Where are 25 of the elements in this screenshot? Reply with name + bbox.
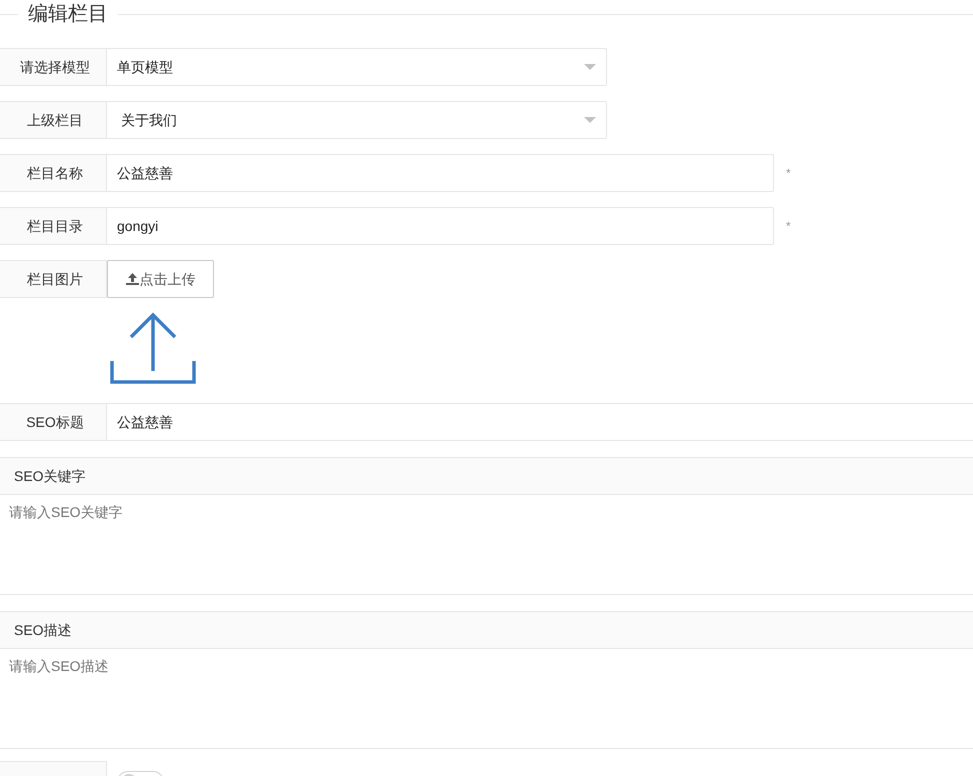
select-value: 关于我们 — [120, 110, 177, 130]
upload-icon — [126, 273, 138, 285]
select-field[interactable]: 关于我们 — [107, 101, 607, 139]
select-value: 单页模型 — [117, 58, 173, 76]
section-header: SEO关键字 — [0, 457, 973, 495]
upload-button[interactable]: 点击上传 — [107, 260, 214, 298]
required-mark: * — [786, 218, 791, 235]
form-legend: 编辑栏目 — [18, 0, 118, 29]
dropdown-caret-icon — [584, 64, 596, 70]
text-area[interactable]: 请输入SEO关键字 — [0, 495, 973, 595]
field-label: 栏目目录 — [0, 207, 107, 245]
field-label: 栏目图片 — [0, 260, 107, 298]
field-label: SEO标题 — [0, 403, 107, 441]
section-header: SEO描述 — [0, 611, 973, 649]
text-input[interactable]: 公益慈善 — [107, 154, 774, 192]
text-input[interactable]: gongyi — [107, 207, 774, 245]
field-label: 上级栏目 — [0, 101, 107, 139]
text-area[interactable]: 请输入SEO描述 — [0, 649, 973, 749]
text-input[interactable]: 公益慈善 — [107, 403, 973, 441]
dropdown-caret-icon — [584, 117, 596, 123]
field-label: 请选择模型 — [0, 48, 107, 86]
field-label: 栏目名称 — [0, 154, 107, 192]
select-field[interactable]: 单页模型 — [107, 48, 607, 86]
required-mark: * — [786, 165, 791, 182]
upload-icon — [110, 311, 196, 384]
